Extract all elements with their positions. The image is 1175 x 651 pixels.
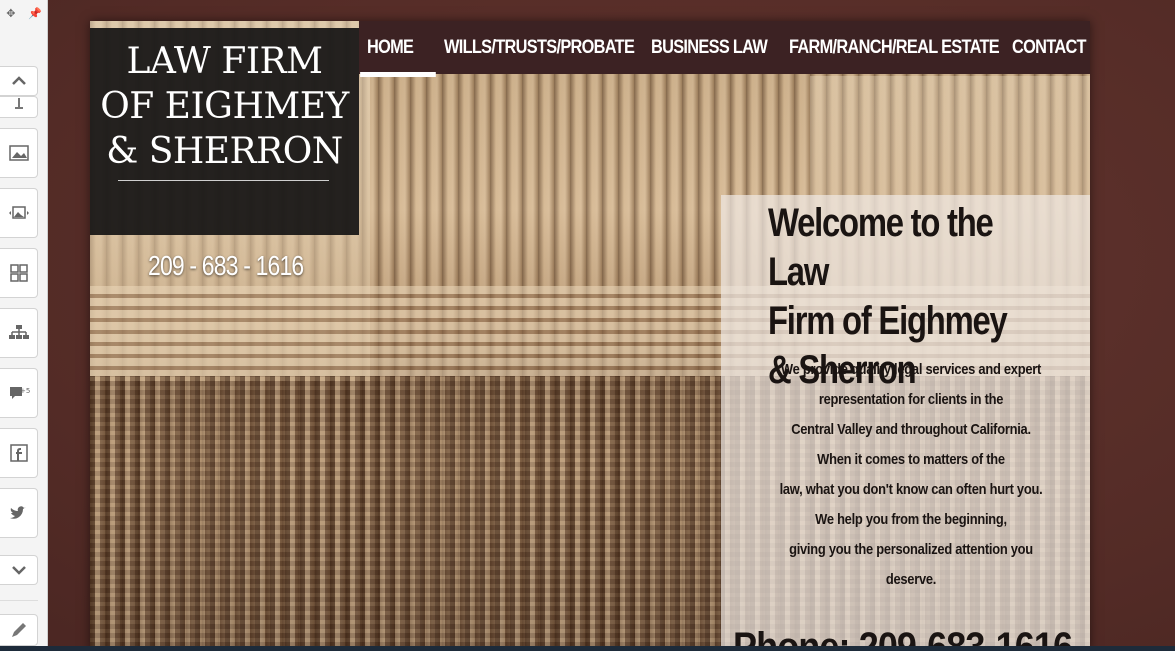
- pencil-icon: [11, 623, 26, 637]
- scroll-up-button[interactable]: [0, 66, 38, 96]
- logo-line: OF EIGHMEY: [100, 86, 349, 127]
- nav-wills-trusts-probate[interactable]: WILLS/TRUSTS/PROBATE: [444, 21, 635, 74]
- main-navigation: HOME WILLS/TRUSTS/PROBATE BUSINESS LAW F…: [359, 21, 1090, 77]
- gallery-tool-button[interactable]: [0, 188, 38, 238]
- gallery-icon: [8, 206, 29, 219]
- logo-divider: [118, 180, 329, 181]
- edit-tool-button[interactable]: [0, 614, 38, 646]
- nav-farm-ranch-real-estate[interactable]: FARM/RANCH/REAL ESTATE: [789, 21, 1000, 74]
- editor-toolbar: ✥ 📌 +5: [0, 0, 48, 651]
- welcome-text-line: We provide quality legal services and ex…: [780, 361, 1042, 378]
- chevron-up-icon: [11, 76, 26, 85]
- twitter-icon: [9, 506, 26, 519]
- welcome-text-line: giving you the personalized attention yo…: [789, 541, 1033, 558]
- twitter-tool-button[interactable]: [0, 488, 38, 538]
- site-logo[interactable]: LAW FIRM OF EIGHMEY & SHERRON: [90, 28, 359, 235]
- welcome-text-line: Central Valley and throughout California…: [791, 421, 1031, 438]
- move-icon[interactable]: ✥: [6, 7, 15, 20]
- comment-icon: +5: [9, 387, 30, 399]
- nav-business-law[interactable]: BUSINESS LAW: [651, 21, 770, 74]
- welcome-text-line: deserve.: [885, 571, 937, 588]
- toolbar-separator: [0, 600, 38, 601]
- svg-text:+5: +5: [20, 387, 30, 395]
- welcome-description: We provide quality legal services and ex…: [741, 355, 1081, 595]
- welcome-panel: Welcome to the Law Firm of Eighmey & She…: [721, 195, 1090, 651]
- image-tool-button[interactable]: [0, 128, 38, 178]
- text-tool-button[interactable]: [0, 96, 38, 118]
- hero-phone-number: 209 - 683 - 1616: [148, 250, 304, 281]
- grid-tool-button[interactable]: [0, 248, 38, 298]
- pin-icon[interactable]: 📌: [28, 7, 42, 20]
- nav-contact[interactable]: CONTACT: [1012, 21, 1087, 74]
- logo-text: LAW FIRM OF EIGHMEY & SHERRON: [90, 39, 359, 174]
- nav-home[interactable]: HOME: [360, 21, 436, 77]
- window-bottom-edge: [0, 646, 1175, 651]
- logo-line: LAW FIRM: [126, 41, 323, 82]
- text-icon: [14, 98, 23, 109]
- image-icon: [8, 145, 29, 161]
- welcome-text-line: When it comes to matters of the: [817, 451, 1005, 468]
- toolbar-top: ✥ 📌: [0, 0, 48, 26]
- sitemap-tool-button[interactable]: [0, 308, 38, 358]
- logo-line: & SHERRON: [106, 131, 343, 172]
- comments-tool-button[interactable]: +5: [0, 368, 38, 418]
- sitemap-icon: [8, 325, 29, 339]
- welcome-text-line: representation for clients in the: [818, 391, 1004, 408]
- website-preview: LAW FIRM OF EIGHMEY & SHERRON 209 - 683 …: [90, 21, 1090, 651]
- facebook-icon: [9, 444, 28, 462]
- welcome-heading-line: Welcome to the Law: [768, 201, 994, 294]
- scroll-down-button[interactable]: [0, 555, 38, 585]
- chevron-down-icon: [11, 566, 26, 575]
- facebook-tool-button[interactable]: [0, 428, 38, 478]
- grid-icon: [9, 264, 28, 282]
- welcome-heading-line: Firm of Eighmey: [768, 299, 1008, 343]
- welcome-text-line: We help you from the beginning,: [815, 511, 1007, 528]
- welcome-text-line: law, what you don't know can often hurt …: [779, 481, 1043, 498]
